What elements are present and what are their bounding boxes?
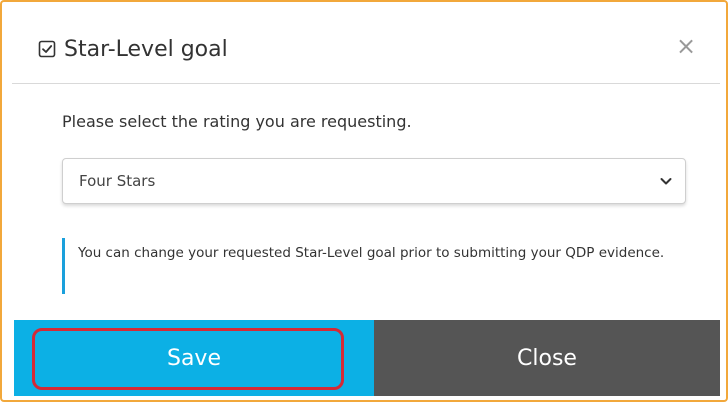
dialog-title: Star-Level goal <box>64 36 228 62</box>
close-button[interactable]: Close <box>374 320 720 396</box>
dialog-title-wrap: Star-Level goal <box>38 34 228 64</box>
dialog-header: Star-Level goal × <box>12 12 720 84</box>
dialog-frame: Star-Level goal × Please select the rati… <box>0 0 728 402</box>
rating-prompt: Please select the rating you are request… <box>62 112 412 131</box>
close-icon[interactable]: × <box>672 32 700 60</box>
rating-select[interactable]: Four Stars <box>62 158 686 204</box>
rating-select-value: Four Stars <box>79 172 156 190</box>
chevron-down-icon <box>660 178 672 185</box>
info-note: You can change your requested Star-Level… <box>62 238 692 294</box>
save-button[interactable]: Save <box>14 320 374 396</box>
checkbox-checked-icon <box>38 40 56 58</box>
